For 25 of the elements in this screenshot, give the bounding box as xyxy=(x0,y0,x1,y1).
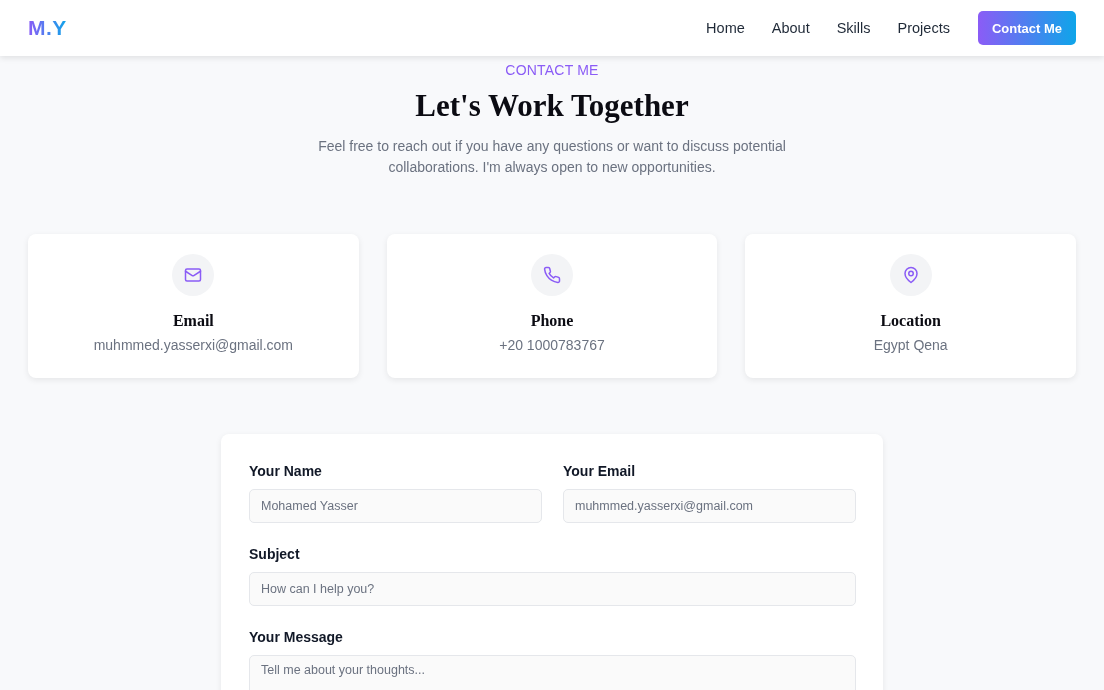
contact-button[interactable]: Contact Me xyxy=(977,11,1076,45)
card-title: Location xyxy=(880,311,941,331)
map-pin-icon xyxy=(889,254,932,296)
card-title: Email xyxy=(172,311,214,331)
phone-icon xyxy=(531,254,573,296)
section-description: Feel free to reach out if you have any questions or want to discuss potential collaborations. I'm always open to new opportunities. xyxy=(317,137,787,177)
nav-link[interactable]: Home xyxy=(706,20,745,36)
card-value: +20 1000783767 xyxy=(499,336,605,355)
textarea-field[interactable]: Tell me about your thoughts... xyxy=(249,655,856,690)
field-label: Your Name xyxy=(249,462,323,481)
nav-link[interactable]: Skills xyxy=(836,20,871,36)
field-label: Subject xyxy=(249,545,301,564)
card-value: Egypt Qena xyxy=(873,336,948,355)
input-field[interactable]: How can I help you? xyxy=(249,572,856,606)
card-value: muhmmed.yasserxi@gmail.com xyxy=(93,336,293,355)
section-eyebrow: CONTACT ME xyxy=(505,61,599,80)
envelope-icon xyxy=(172,254,215,296)
card-title: Phone xyxy=(530,311,574,331)
nav-link[interactable]: Projects xyxy=(897,20,950,36)
input-field[interactable]: muhmmed.yasserxi@gmail.com xyxy=(563,489,856,523)
section-title: Let's Work Together xyxy=(415,87,689,125)
field-label: Your Email xyxy=(563,462,637,481)
input-field[interactable]: Mohamed Yasser xyxy=(249,489,542,523)
nav-link[interactable]: About xyxy=(771,20,810,36)
field-label: Your Message xyxy=(249,628,344,647)
